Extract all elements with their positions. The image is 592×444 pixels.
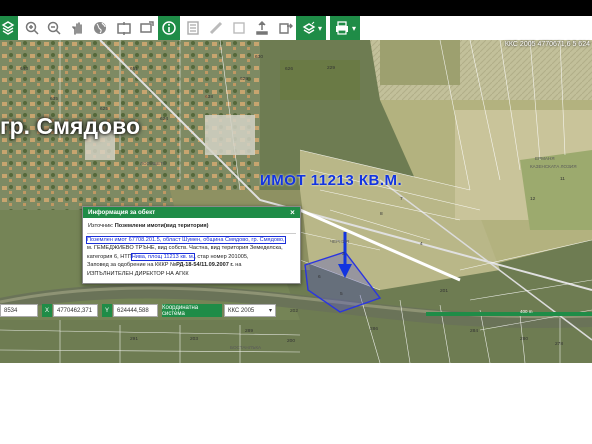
scale-field[interactable]: 8534 [0, 304, 38, 317]
legend-icon[interactable] [183, 18, 203, 38]
top-black-bar [0, 0, 592, 16]
crs-label: Координатна система [162, 304, 222, 317]
draw-icon[interactable] [229, 18, 249, 38]
parcel-number: 7 [400, 196, 403, 202]
popup-source: Източник: Поземлени имоти(вид територия) [83, 218, 300, 229]
parcel-annotation: ИМОТ 11213 КВ.М. [260, 172, 403, 189]
page-blank-area [0, 363, 592, 444]
y-label: Y [102, 304, 112, 317]
place-label: ЕРМАНЯ [535, 156, 555, 161]
parcel-number: 201 [440, 288, 448, 294]
parcel-number: 8 [380, 211, 383, 217]
zoom-out-icon[interactable] [44, 18, 64, 38]
info-icon[interactable] [159, 18, 179, 38]
place-label: КАЗЕНСКАТА ЛОЗИЯ [530, 164, 577, 169]
layers-icon[interactable] [0, 18, 16, 38]
zoom-window-icon[interactable] [114, 18, 134, 38]
chevron-down-icon: ▾ [268, 308, 272, 314]
old-number-text: , стар номер 201005, [194, 253, 249, 260]
locality-line: м. ГЕМЕДЖИЕВО ТРЪНЕ, вид собств. Частна,… [87, 245, 283, 252]
director-line: ИЗПЪЛНИТЕЛЕН ДИРЕКТОР НА АГКК [87, 270, 189, 277]
export-icon[interactable] [276, 18, 296, 38]
parcel-number: 5 [340, 291, 343, 297]
parcel-number: 280 [520, 336, 528, 342]
close-icon[interactable]: × [288, 208, 297, 217]
parcel-id-line: Поземлен имот 67708.201.5, област Шумен,… [86, 236, 286, 244]
source-label: Източник: [88, 223, 114, 229]
popup-header: Информация за обект × [83, 207, 300, 218]
parcel-number: 12 [530, 196, 536, 202]
parcel-number: 229 [327, 65, 335, 71]
category-text: категория 6, НТП [87, 253, 132, 260]
coordinate-bar: 8534 X 4770462,371 Y 624444,588 Координа… [0, 302, 592, 319]
crs-readout: ККС 2005 4770671,6 5 624 [504, 41, 590, 48]
pan-icon[interactable] [68, 18, 88, 38]
parcel-number: 4 [420, 241, 423, 247]
parcel-number: 200 [287, 338, 295, 344]
chevron-down-icon[interactable]: ▾ [349, 18, 359, 38]
parcel-number: 11 [560, 176, 565, 182]
parcel-number: 286 [370, 326, 378, 332]
order-number: РД-18-54/11.09.2007 г. [176, 262, 234, 269]
crs-select[interactable]: ККС 2005 ▾ [224, 304, 276, 317]
parcel-number: 3 [342, 251, 345, 257]
measure-icon[interactable] [206, 18, 226, 38]
crs-select-value: ККС 2005 [228, 307, 255, 314]
scale-bar [426, 312, 592, 316]
area-highlight: Нива, площ 11213 кв. м. [130, 252, 196, 261]
source-value: Поземлени имоти(вид територия) [114, 223, 209, 229]
parcel-number: 630 [255, 54, 263, 60]
parcel-number: 284 [470, 328, 478, 334]
popup-body: Поземлен имот 67708.201.5, област Шумен,… [83, 236, 300, 278]
y-coordinate-field[interactable]: 624444,588 [113, 304, 158, 317]
parcel-number: 6 [318, 274, 321, 280]
place-label: ЛОЗИЩЕТО [140, 161, 167, 166]
scale-bar-label: 400 m [520, 309, 533, 314]
zoom-extent-icon[interactable] [137, 18, 157, 38]
parcel-number: 625 [100, 106, 108, 112]
parcel-number: 626 [285, 66, 293, 72]
place-label: ЧЕРНИЯ [330, 239, 349, 244]
parcel-number: 629 [240, 76, 248, 82]
globe-icon[interactable] [90, 18, 110, 38]
upload-icon[interactable] [252, 18, 272, 38]
zoom-in-icon[interactable] [22, 18, 42, 38]
object-info-popup: Информация за обект × Източник: Поземлен… [82, 206, 301, 284]
parcel-number: 638 [205, 94, 213, 100]
parcel-number: 635 [50, 96, 58, 102]
popup-divider [87, 233, 296, 234]
chevron-down-icon[interactable]: ▾ [315, 18, 325, 38]
parcel-number: 651 [130, 66, 138, 72]
parcel-number: 278 [555, 341, 563, 347]
place-label: БОСТАНЛЪКА [230, 345, 262, 350]
popup-title: Информация за обект [88, 209, 156, 216]
parcel-number: 289 [245, 328, 253, 334]
x-coordinate-field[interactable]: 4770462,371 [53, 304, 98, 317]
order-text: Заповед за одобрение на КККР № [87, 262, 177, 269]
order-suffix: на [233, 262, 242, 269]
parcel-number: 203 [190, 336, 198, 342]
x-label: X [42, 304, 52, 317]
town-label: гр. Смядово [0, 113, 140, 139]
parcel-number: 624 [160, 116, 168, 122]
parcel-number: 291 [130, 336, 138, 342]
parcel-number: 643 [20, 66, 28, 72]
map-toolbar: ▾ ▾ [0, 16, 592, 41]
